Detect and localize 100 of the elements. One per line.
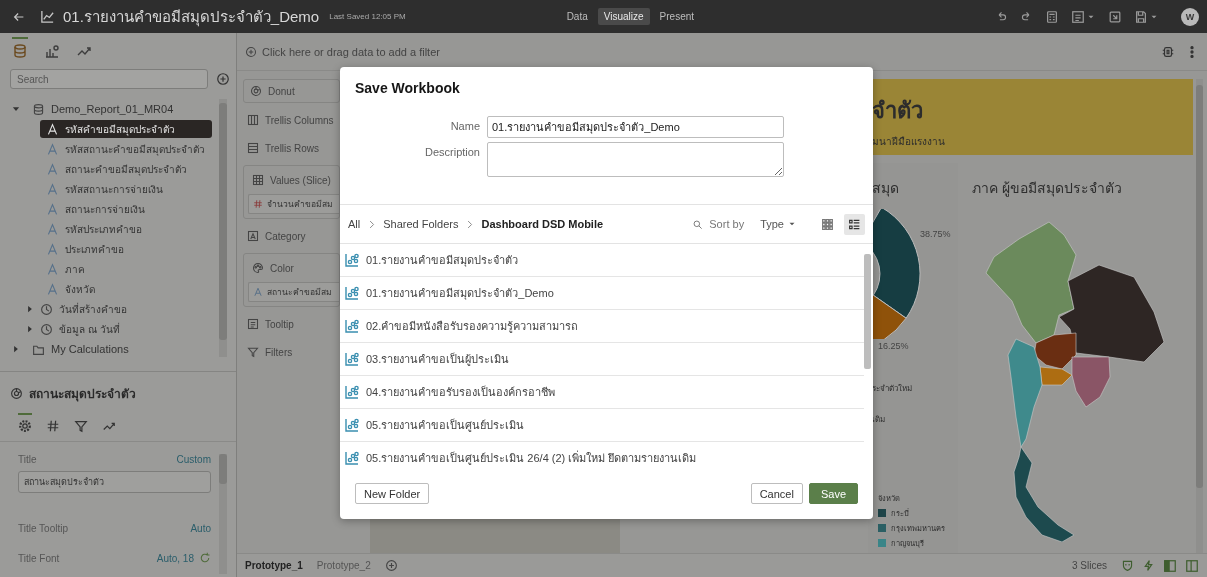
data-chip[interactable]: จำนวนคำขอมีสม — [248, 194, 339, 214]
mode-tab[interactable]: Present — [653, 8, 701, 25]
properties-tab[interactable] — [18, 413, 32, 433]
grammar-label[interactable]: Values (Slice) — [248, 170, 339, 190]
tree-item[interactable]: รหัสสถานะคำขอมีสมุดประจำตัว — [40, 140, 212, 158]
grammar-label[interactable]: Filters — [243, 341, 340, 363]
lightning-icon[interactable] — [1142, 559, 1155, 572]
dialog-button[interactable]: Cancel — [750, 483, 803, 504]
grid-icon — [252, 174, 264, 186]
workbook-item[interactable]: 02.คำขอมีหนังสือรับรองความรู้ความสามารถ — [340, 310, 864, 343]
tree-item[interactable]: ประเภทคำขอ — [40, 240, 212, 258]
data-chip[interactable]: สถานะคำขอมีสม — [248, 282, 339, 302]
tree-item[interactable]: จังหวัด — [40, 280, 212, 298]
grammar-label[interactable]: Trellis Rows — [243, 137, 340, 159]
map-title: ภาค ผู้ขอมีสมุดประจำตัว — [971, 179, 1123, 199]
attribute-icon — [46, 282, 59, 296]
attribute-icon — [46, 222, 59, 236]
calculator-icon[interactable] — [1045, 9, 1059, 24]
workbook-icon — [344, 417, 360, 433]
add-canvas-icon[interactable] — [384, 559, 398, 572]
canvas-tab[interactable]: Prototype_1 — [245, 558, 303, 573]
workbook-icon — [344, 318, 360, 334]
breadcrumb-link[interactable]: Shared Folders — [383, 218, 459, 230]
property-value[interactable]: Auto, 18 — [156, 552, 194, 564]
field-label: Description — [423, 145, 480, 160]
tree-item[interactable]: สถานะคำขอมีสมุดประจำตัว — [40, 160, 212, 178]
workbook-item[interactable]: 05.รายงานคำขอเป็นศูนย์ประเมิน — [340, 409, 864, 442]
chart-type-selector[interactable]: Donut — [243, 79, 340, 103]
save-button[interactable]: Save — [808, 483, 858, 504]
shield-icon[interactable] — [1121, 559, 1134, 572]
hash-icon — [46, 419, 60, 433]
workbook-item[interactable]: 04.รายงานคำขอรับรองเป็นองค์กรอาชีพ — [340, 376, 864, 409]
workbook-icon — [344, 252, 360, 268]
breadcrumb-link[interactable]: All — [348, 218, 361, 230]
filter-placeholder[interactable]: Click here or drag data to add a filter — [262, 45, 440, 58]
grammar-label[interactable]: Color — [248, 258, 339, 278]
search-field[interactable]: Search — [10, 69, 208, 89]
filter-icon — [247, 346, 259, 358]
list-view-icon — [848, 217, 861, 231]
scrollbar-thumb[interactable] — [219, 103, 227, 341]
name-field[interactable]: 01.รายงานคำขอมีสมุดประจำตัว_Demo — [487, 116, 784, 138]
workbook-item[interactable]: 01.รายงานคำขอมีสมุดประจำตัว — [340, 244, 864, 277]
export-icon[interactable] — [1108, 9, 1122, 24]
workbook-item[interactable]: 01.รายงานคำขอมีสมุดประจำตัว_Demo — [340, 277, 864, 310]
database-icon — [32, 102, 45, 116]
canvas-tab[interactable]: Prototype_2 — [316, 558, 371, 573]
workbook-item[interactable]: 03.รายงานคำขอเป็นผู้ประเมิน — [340, 343, 864, 376]
view-toggle[interactable] — [844, 213, 865, 235]
palette-icon — [252, 262, 264, 274]
property-value[interactable]: Custom — [176, 454, 211, 465]
properties-title: สถานะสมุดประจำตัว — [29, 386, 136, 403]
scrollbar-thumb[interactable] — [864, 254, 871, 369]
dialog-button[interactable]: New Folder — [355, 483, 430, 504]
property-label: Title Font — [18, 552, 60, 564]
tree-item[interactable]: My Calculations — [26, 340, 198, 358]
chart-title: สมุด — [871, 179, 900, 199]
panel-right-icon[interactable] — [1185, 558, 1199, 573]
workbook-item[interactable]: 05.รายงานคำขอเป็นศูนย์ประเมิน 26/4 (2) เพิ่มใหม่ ยึดตามรายงานเดิม — [340, 442, 864, 471]
tree-item[interactable]: สถานะการจ่ายเงิน — [40, 200, 212, 218]
add-icon[interactable] — [216, 72, 230, 86]
grammar-label[interactable]: Tooltip — [243, 313, 340, 335]
tree-item[interactable]: วันที่สร้างคำขอ — [40, 300, 206, 318]
workbook-icon — [344, 285, 360, 301]
donut-icon — [10, 387, 23, 400]
tree-item[interactable]: Demo_Report_01_MR04 — [26, 100, 198, 118]
tree-item[interactable]: ภาค — [40, 260, 212, 278]
mode-tab[interactable]: Data — [560, 8, 594, 25]
tree-item[interactable]: ข้อมูล ณ วันที่ — [40, 320, 206, 338]
save-icon[interactable] — [1134, 9, 1148, 24]
tree-item[interactable]: รหัสประเภทคำขอ — [40, 220, 212, 238]
slice-label: 38.75% — [920, 229, 951, 239]
grammar-label[interactable]: Trellis Columns — [243, 109, 340, 131]
user-avatar[interactable]: W — [1181, 7, 1199, 26]
banner-subtitle: มนาฝีมือแรงงาน — [872, 135, 946, 149]
line-chart-icon — [40, 9, 55, 24]
tree-item[interactable]: รหัสคำขอมีสมุดประจำตัว — [40, 120, 212, 138]
chart-type-label: Donut — [268, 85, 295, 97]
property-value[interactable]: Auto — [190, 523, 211, 534]
grammar-label[interactable]: Category — [243, 225, 340, 247]
panel-left-icon[interactable] — [1163, 558, 1177, 573]
scrollbar-thumb[interactable] — [1196, 85, 1203, 488]
tree-item[interactable]: รหัสสถานะการจ่ายเงิน — [40, 180, 212, 198]
sort-dropdown[interactable]: Type — [760, 218, 797, 230]
title-input-field[interactable]: สถานะสมุดประจำตัว — [18, 471, 211, 493]
database-icon — [12, 43, 28, 59]
panel-tab[interactable] — [12, 37, 28, 61]
mode-tab[interactable]: Visualize — [597, 8, 650, 25]
legend-label: ระจำตัวใหม่ — [872, 383, 913, 395]
attribute-icon — [46, 262, 59, 276]
attribute-icon — [46, 162, 59, 176]
property-label: Title Tooltip — [18, 523, 69, 534]
add-filter-icon[interactable] — [245, 45, 257, 58]
search-icon[interactable] — [692, 218, 704, 230]
columns-icon — [247, 114, 259, 126]
description-field[interactable] — [487, 142, 784, 177]
property-label: Title — [18, 454, 37, 465]
list-icon[interactable] — [1071, 9, 1085, 24]
category-icon — [247, 230, 259, 242]
scrollbar-thumb[interactable] — [219, 454, 227, 484]
donut-icon — [250, 85, 262, 97]
